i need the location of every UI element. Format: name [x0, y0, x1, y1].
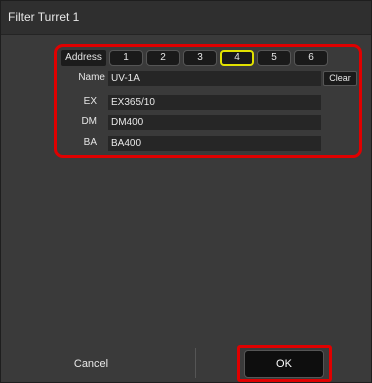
ba-label: BA: [83, 137, 97, 148]
clear-button[interactable]: Clear: [323, 71, 357, 86]
ex-field[interactable]: EX365/10: [108, 95, 321, 110]
address-button-6[interactable]: 6: [294, 50, 328, 66]
title-bar: Filter Turret 1: [1, 1, 371, 35]
footer-divider: [195, 348, 196, 378]
dm-label: DM: [81, 116, 97, 127]
address-button-1[interactable]: 1: [109, 50, 143, 66]
ex-label: EX: [83, 96, 97, 107]
address-button-2[interactable]: 2: [146, 50, 180, 66]
ba-field[interactable]: BA400: [108, 136, 321, 151]
dialog-title: Filter Turret 1: [8, 10, 80, 24]
name-field[interactable]: UV-1A: [108, 71, 321, 86]
dm-field[interactable]: DM400: [108, 115, 321, 130]
address-button-3[interactable]: 3: [183, 50, 217, 66]
address-label: Address: [61, 50, 106, 66]
filter-turret-dialog: Filter Turret 1 Address 1 2 3 4 5 6 Name…: [0, 0, 372, 383]
address-button-4[interactable]: 4: [220, 50, 254, 66]
cancel-button[interactable]: Cancel: [41, 357, 141, 371]
address-button-5[interactable]: 5: [257, 50, 291, 66]
name-label: Name: [78, 72, 105, 83]
ok-button[interactable]: OK: [244, 350, 324, 378]
